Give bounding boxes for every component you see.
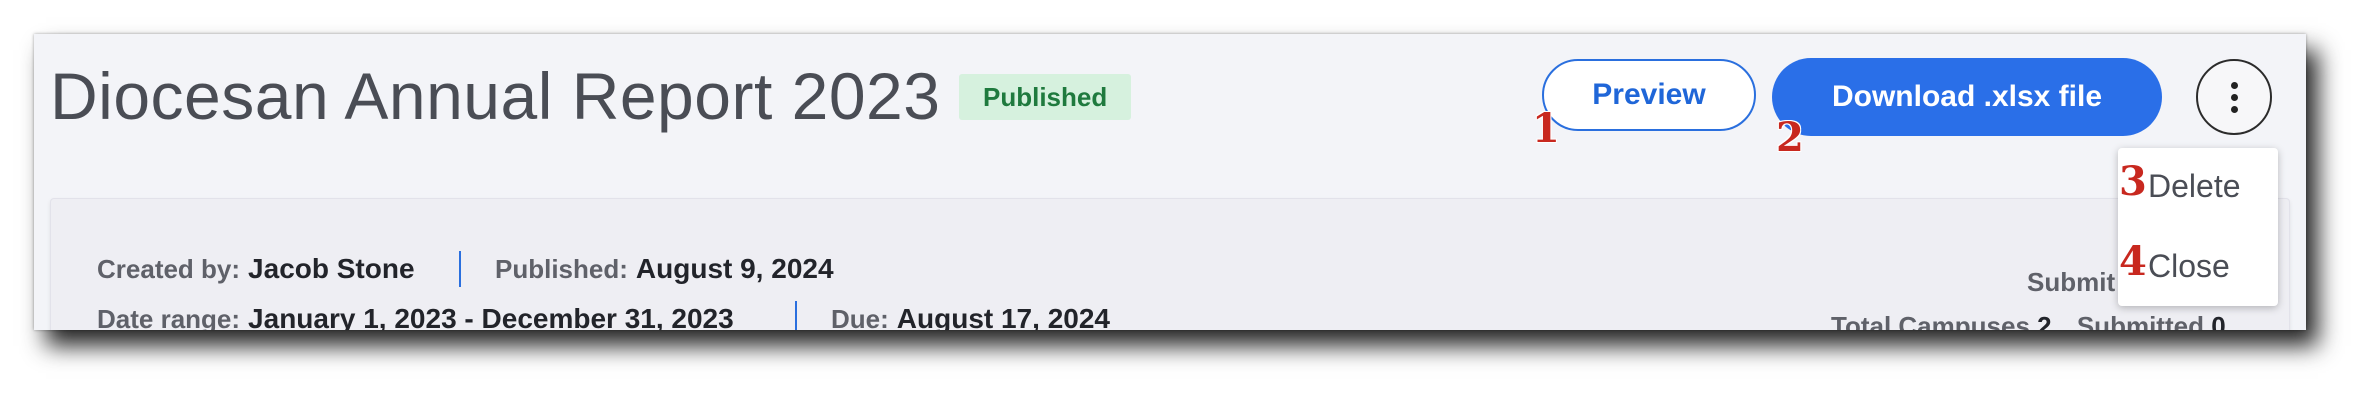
submitted-label: Submitted (2076, 311, 2204, 330)
report-page: Diocesan Annual Report 2023 Published Pr… (34, 34, 2306, 330)
more-options-button[interactable] (2196, 59, 2272, 135)
total-campuses-value: 2 (2037, 311, 2052, 330)
total-campuses-label: Total Campuses (1831, 311, 2030, 330)
total-campuses: Total Campuses 2 Submitted 0 (1831, 311, 2226, 330)
annotation-marker-2: 2 (1776, 114, 1804, 161)
created-by-value: Jacob Stone (248, 253, 415, 284)
annotation-marker-1: 1 (1532, 105, 1560, 152)
published-date: Published: August 9, 2024 (495, 253, 834, 285)
submitted-value: 0 (2211, 311, 2226, 330)
page-title: Diocesan Annual Report 2023 (50, 59, 941, 133)
date-range-value: January 1, 2023 - December 31, 2023 (248, 303, 734, 330)
date-range: Date range: January 1, 2023 - December 31… (97, 303, 734, 330)
divider (459, 251, 461, 287)
due-value: August 17, 2024 (896, 303, 1110, 330)
annotation-marker-3: 3 (2119, 158, 2147, 205)
status-badge: Published (959, 74, 1132, 120)
download-xlsx-button[interactable]: Download .xlsx file (1772, 58, 2162, 136)
menu-item-close[interactable]: Close (2148, 248, 2230, 285)
due-label: Due: (831, 304, 889, 330)
published-label: Published: (495, 254, 628, 284)
date-range-label: Date range: (97, 304, 241, 330)
created-by-label: Created by: (97, 254, 241, 284)
due-date: Due: August 17, 2024 (831, 303, 1110, 330)
report-details-card: Created by: Jacob Stone Published: August … (50, 198, 2290, 330)
annotation-marker-4: 4 (2119, 238, 2147, 285)
submit-status-label: Submit (2027, 267, 2116, 297)
divider (795, 301, 797, 330)
more-vertical-icon (2230, 81, 2238, 113)
published-value: August 9, 2024 (635, 253, 834, 284)
created-by: Created by: Jacob Stone (97, 253, 415, 285)
preview-button[interactable]: Preview (1542, 59, 1756, 131)
menu-item-delete[interactable]: Delete (2148, 168, 2241, 205)
